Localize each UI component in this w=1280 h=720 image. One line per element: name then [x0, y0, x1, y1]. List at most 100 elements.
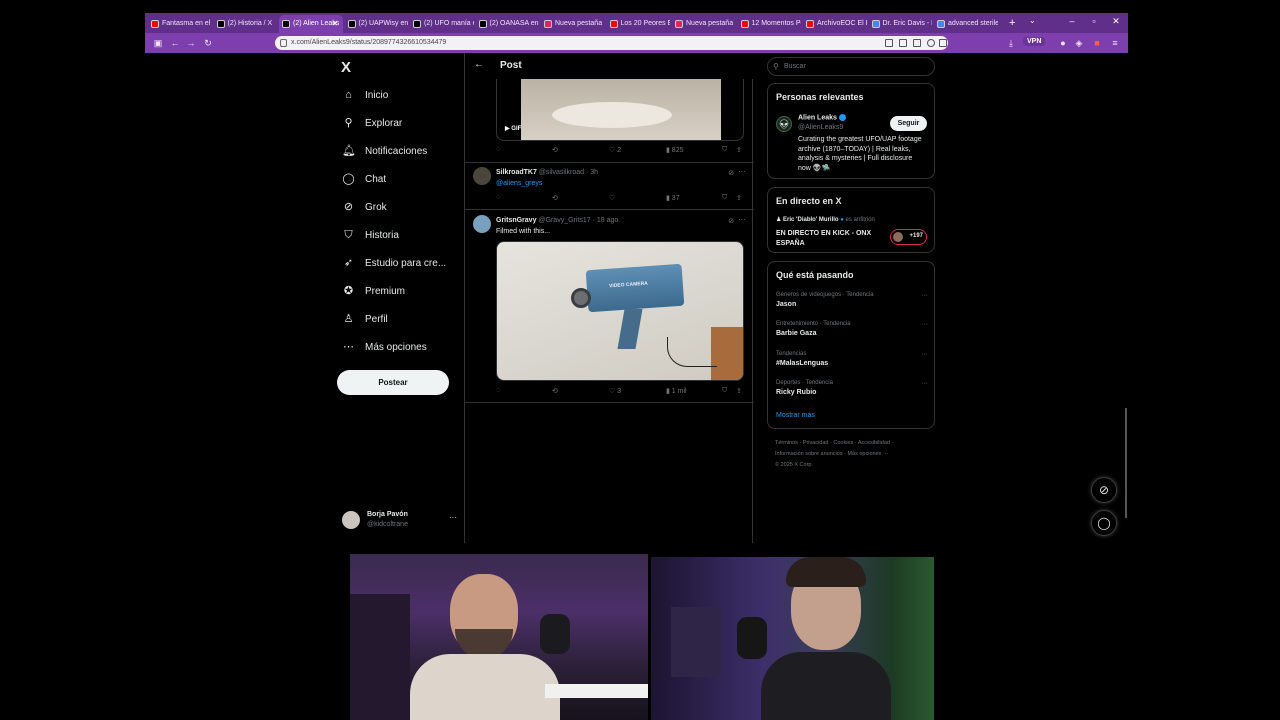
new-tab-button[interactable]: +: [1009, 15, 1015, 31]
search-input[interactable]: ⚲ Buscar: [767, 57, 935, 76]
scrollbar[interactable]: [1125, 408, 1127, 518]
show-more-link[interactable]: Mostrar más: [776, 412, 815, 419]
grok-icon[interactable]: ⊘: [728, 217, 734, 225]
grok-icon[interactable]: ⊘: [728, 169, 734, 177]
bookmark-icon[interactable]: ⛉: [722, 146, 727, 154]
reload-icon[interactable]: ↻: [202, 37, 214, 49]
trend-item[interactable]: Géneros de videojuegos · Tendencia Jason ·…: [776, 292, 928, 308]
sidebar-item-inicio[interactable]: ⌂ Inicio: [342, 85, 388, 105]
retweet-icon[interactable]: ⟲: [552, 387, 558, 395]
tweet-image[interactable]: VIDEO CAMERA: [496, 241, 744, 381]
bookmark-icon[interactable]: ⛉: [722, 387, 727, 395]
sidebar-item-perfil[interactable]: ♙ Perfil: [342, 309, 388, 329]
browser-tab[interactable]: advanced sterile s: [934, 15, 998, 33]
follow-button[interactable]: Seguir: [890, 116, 927, 131]
footer-line[interactable]: Información sobre anuncios · Más opcione…: [775, 449, 935, 460]
sidebar-item-grok[interactable]: ⊘ Grok: [342, 197, 387, 217]
share-icon[interactable]: ⇪: [736, 146, 742, 154]
sidebar-item-mas-opciones[interactable]: ⋯ Más opciones: [342, 337, 427, 357]
adblock-icon[interactable]: ■: [1091, 37, 1103, 49]
back-arrow-icon[interactable]: ←: [474, 59, 484, 70]
camera-icon[interactable]: [913, 39, 921, 47]
more-icon[interactable]: ···: [921, 380, 928, 387]
views-icon[interactable]: ▮ 1 mil: [666, 387, 687, 395]
more-icon[interactable]: ···: [738, 167, 746, 176]
retweet-icon[interactable]: ⟲: [552, 194, 558, 202]
sidebar-toggle-icon[interactable]: ▣: [152, 37, 164, 49]
sidebar-item-historia[interactable]: ⛉ Historia: [342, 225, 399, 245]
tweet-actions: ◌ ⟲ ♡ 3 ▮ 1 mil ⛉ ⇪: [496, 387, 744, 399]
retweet-icon[interactable]: ⟲: [552, 146, 558, 154]
footer-line[interactable]: Términos · Privacidad · Cookies · Accesi…: [775, 438, 935, 449]
sidebar-item-explorar[interactable]: ⚲ Explorar: [342, 113, 402, 133]
browser-tab[interactable]: Nueva pestaña: [541, 15, 605, 33]
browser-tab[interactable]: (2) Historia / X: [214, 15, 278, 33]
more-icon[interactable]: ···: [921, 351, 928, 358]
browser-tab[interactable]: (2) OANASA en X: [476, 15, 539, 33]
opera-icon: [675, 20, 683, 28]
browser-tab[interactable]: (2) UAPWisy en X: [345, 15, 408, 33]
close-tab-icon[interactable]: ✕: [332, 15, 339, 33]
reader-icon[interactable]: [885, 39, 893, 47]
vpn-badge[interactable]: VPN: [1023, 37, 1046, 46]
wallet-icon[interactable]: ◈: [1073, 37, 1085, 49]
tab-menu-chevron-icon[interactable]: ⌄: [1029, 16, 1036, 25]
browser-tab[interactable]: ArchivoEOC El Pc: [803, 15, 867, 33]
profile-name[interactable]: Alien Leaks: [798, 114, 846, 121]
back-icon[interactable]: ←: [169, 37, 181, 49]
views-icon[interactable]: ▮ 37: [666, 194, 680, 202]
video-camera-body: [585, 263, 685, 313]
live-on-x-card[interactable]: En directo en X ♟ Eric 'Diablo' Murillo …: [767, 187, 935, 253]
like-icon[interactable]: ♡: [609, 194, 615, 202]
sidebar-item-notificaciones[interactable]: 🔔︎ Notificaciones: [342, 141, 427, 161]
more-icon[interactable]: ···: [921, 321, 928, 328]
post-button[interactable]: Postear: [337, 370, 449, 395]
more-icon[interactable]: ···: [449, 513, 457, 522]
share-icon[interactable]: ⇪: [736, 194, 742, 202]
live-listeners-pill[interactable]: +197: [890, 229, 927, 245]
messages-float-icon[interactable]: ◯: [1091, 510, 1117, 536]
x-icon: [478, 20, 487, 28]
grok-float-icon[interactable]: ⊘: [1091, 477, 1117, 503]
close-window-icon[interactable]: ✕: [1109, 16, 1123, 27]
menu-icon[interactable]: ≡: [1109, 37, 1121, 49]
bookmark-page-icon[interactable]: [939, 39, 947, 47]
more-icon[interactable]: ···: [738, 215, 746, 224]
sidebar-item-chat[interactable]: ◯ Chat: [342, 169, 386, 189]
like-icon[interactable]: ♡ 2: [609, 146, 621, 154]
browser-tab[interactable]: (2) UFO manía en: [410, 15, 474, 33]
browser-tab[interactable]: Los 20 Peores Enc: [607, 15, 670, 33]
download-icon[interactable]: ⤓: [1005, 37, 1017, 49]
trend-item[interactable]: Deportes · Tendencia Ricky Rubio ···: [776, 380, 928, 396]
translate-icon[interactable]: [927, 39, 935, 47]
reply-icon[interactable]: ◌: [496, 194, 500, 201]
bookmark-icon[interactable]: ⛉: [722, 194, 727, 202]
browser-tab[interactable]: Nueva pestaña: [672, 15, 736, 33]
trend-item[interactable]: Tendencias #MalasLenguas ···: [776, 351, 928, 367]
alien-avatar[interactable]: 👽︎: [776, 116, 792, 132]
snapshot-icon[interactable]: [899, 39, 907, 47]
browser-tab[interactable]: 12 Momentos Per: [738, 15, 801, 33]
forward-icon[interactable]: →: [185, 37, 197, 49]
like-icon[interactable]: ♡ 3: [609, 387, 621, 395]
sidebar-item-premium[interactable]: ✪ Premium: [342, 281, 405, 301]
account-switcher[interactable]: Borja Pavón @kidcoltrane ···: [342, 510, 457, 530]
extension-icon[interactable]: ●: [1057, 37, 1069, 49]
views-icon[interactable]: ▮ 825: [666, 146, 683, 154]
x-logo[interactable]: X: [341, 59, 351, 76]
more-icon[interactable]: ···: [921, 292, 928, 299]
trend-item[interactable]: Entretenimiento · Tendencia Barbie Gaza ··…: [776, 321, 928, 337]
divider: [465, 402, 754, 403]
address-bar[interactable]: x.com/AlienLeaks9/status/208977432661053…: [275, 36, 948, 50]
reply-icon[interactable]: ◌: [496, 146, 500, 153]
share-icon[interactable]: ⇪: [736, 387, 742, 395]
sidebar-item-estudio[interactable]: ➶ Estudio para cre...: [342, 253, 446, 273]
maximize-icon[interactable]: ▫: [1087, 16, 1101, 26]
browser-tab[interactable]: Dr. Eric Davis - Br: [869, 15, 932, 33]
tweet-text[interactable]: @aliens_greys: [496, 180, 542, 187]
browser-tab[interactable]: (2) Alien Leaks ✕: [279, 15, 343, 33]
grok-icon: ⊘: [343, 200, 354, 213]
reply-icon[interactable]: ◌: [496, 387, 500, 394]
browser-tab[interactable]: Fantasma en el te: [148, 15, 212, 33]
minimize-icon[interactable]: –: [1065, 16, 1079, 26]
